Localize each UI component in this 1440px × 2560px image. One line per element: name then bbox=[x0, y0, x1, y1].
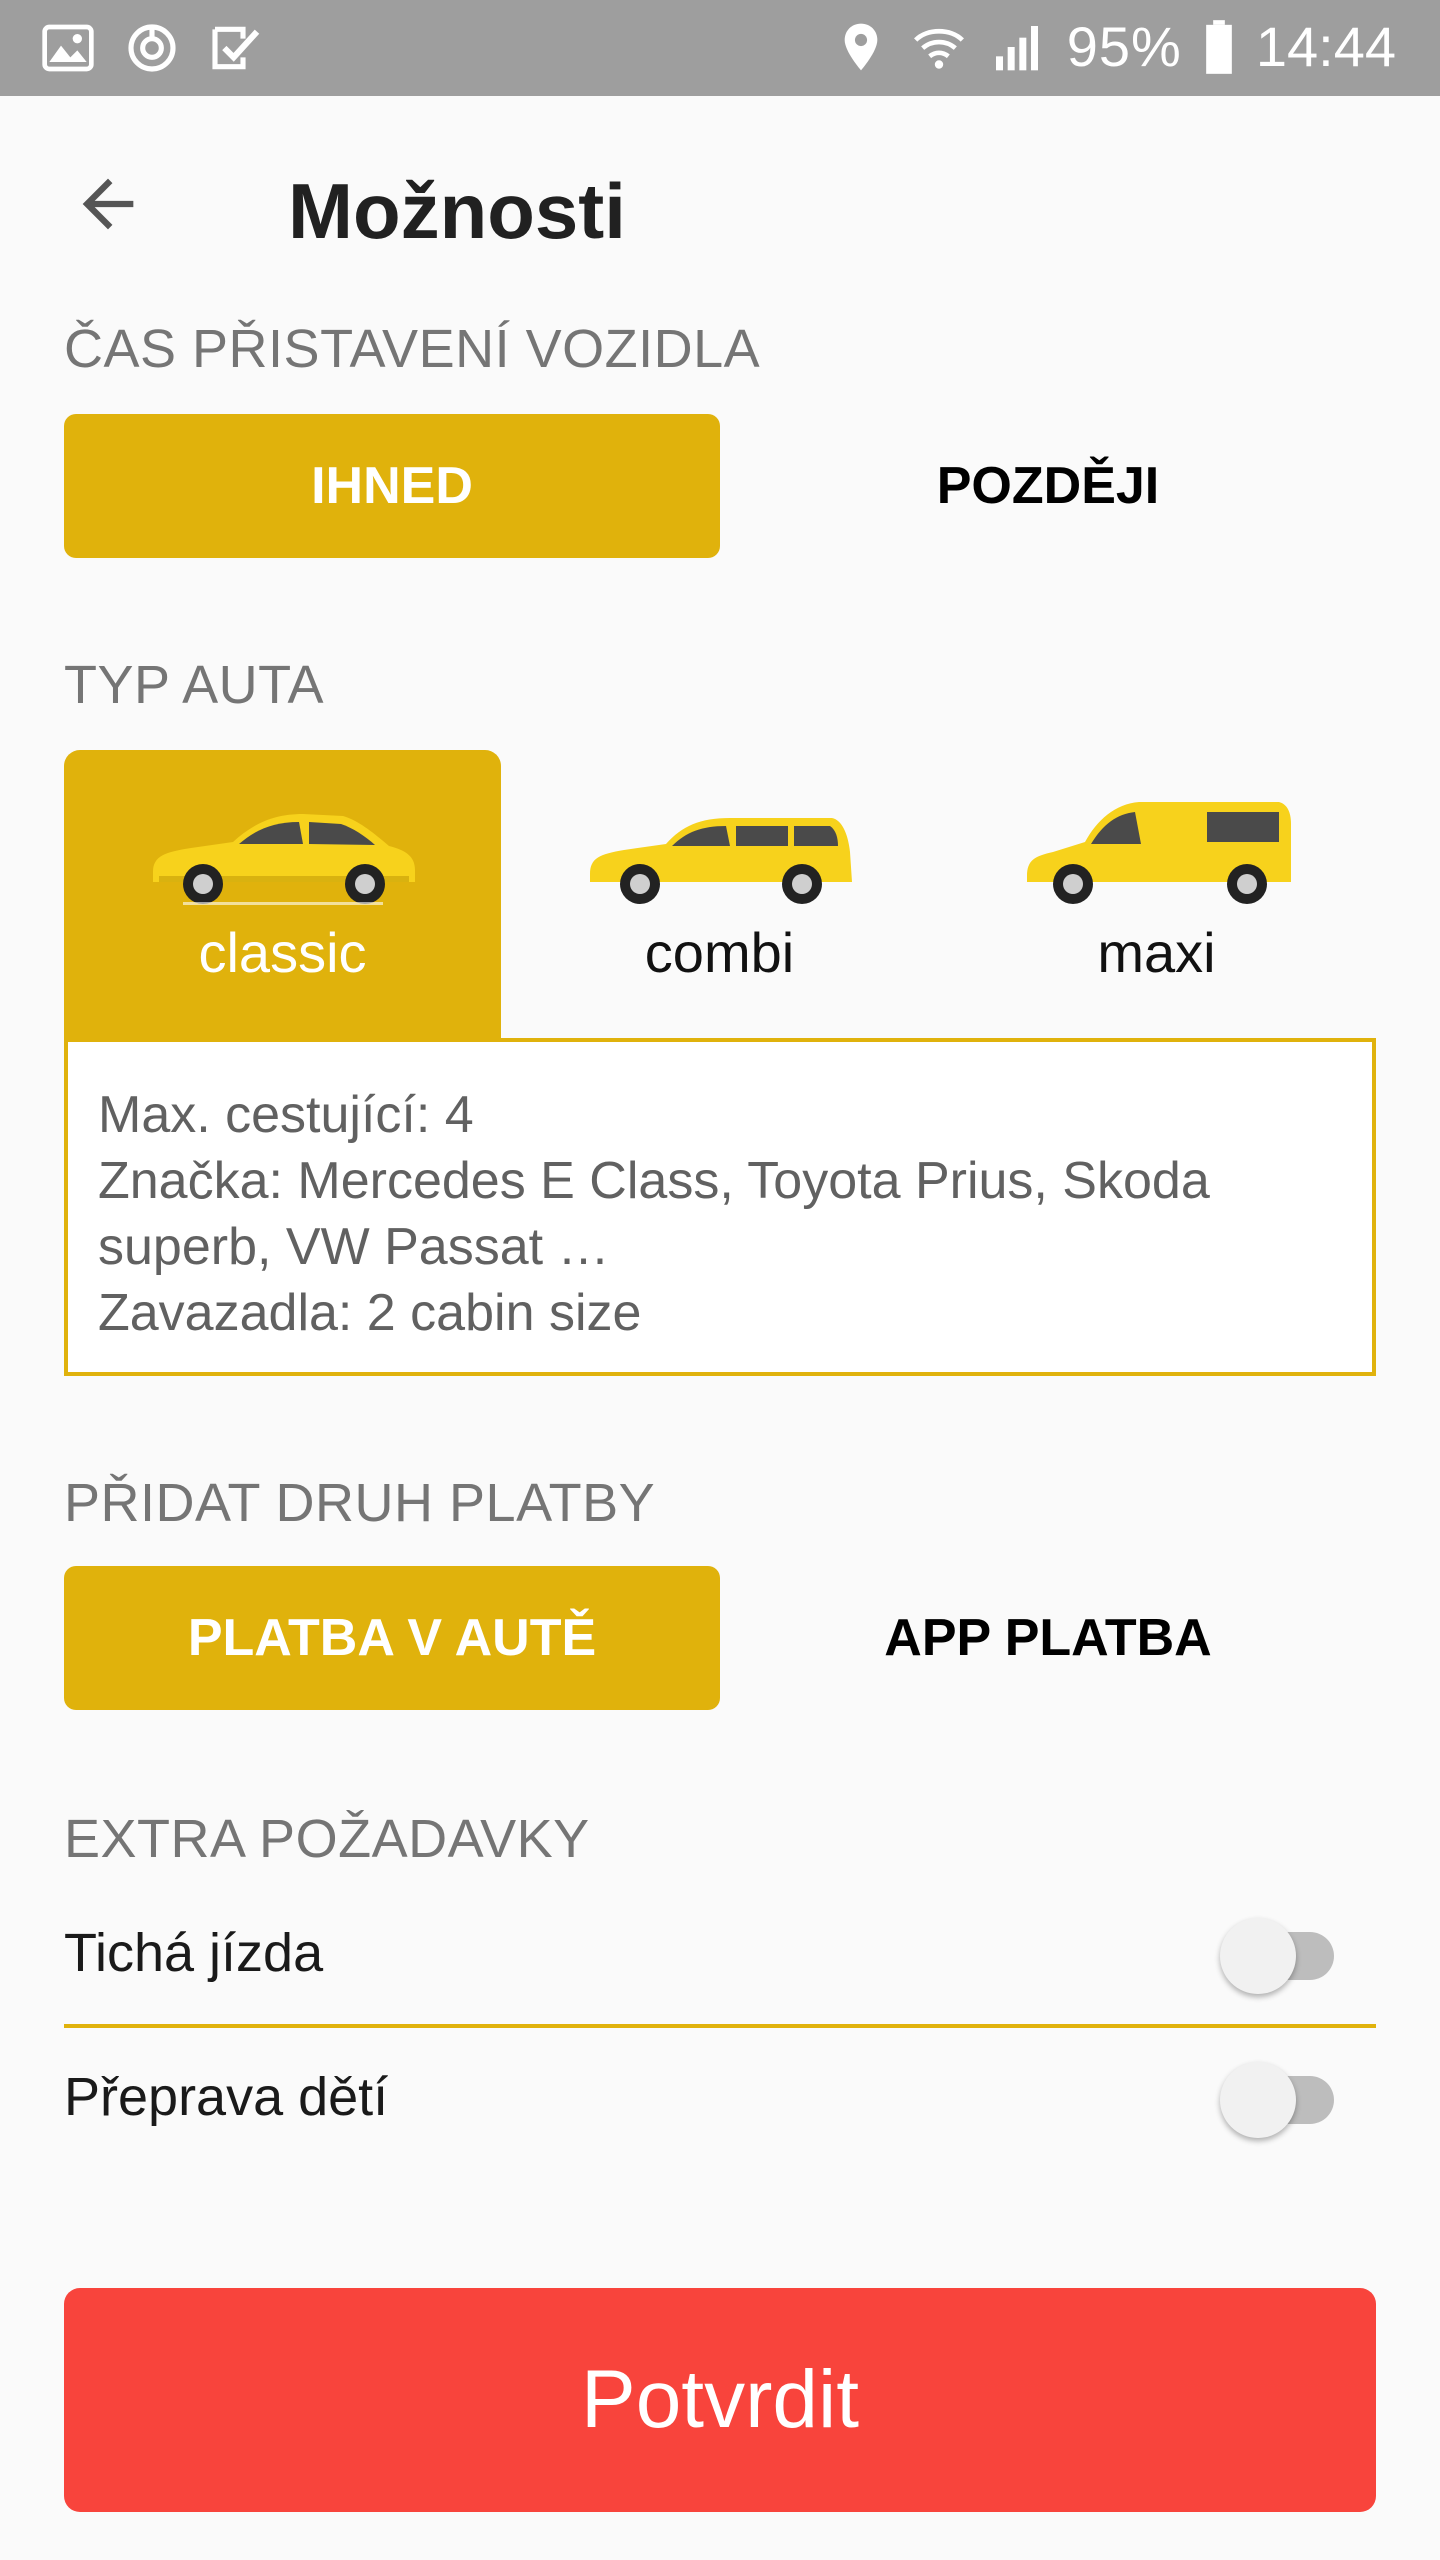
description-line: Max. cestující: 4 bbox=[98, 1086, 474, 1144]
section-label-payment: PŘIDAT DRUH PLATBY bbox=[64, 1473, 656, 1533]
back-button[interactable] bbox=[52, 156, 164, 252]
image-icon bbox=[42, 24, 94, 72]
payment-selector: PLATBA V AUTĚ APP PLATBA bbox=[64, 1566, 1376, 1710]
arrow-back-icon bbox=[82, 178, 134, 230]
pickup-now-button[interactable]: IHNED bbox=[64, 414, 720, 558]
toggle-label-child-transport: Přeprava dětí bbox=[64, 2067, 389, 2127]
car-description-box: Max. cestující: 4 Značka: Mercedes E Cla… bbox=[64, 1038, 1376, 1376]
car-tab-classic[interactable]: classic bbox=[64, 750, 501, 1040]
status-bar: 95% 14:44 bbox=[0, 0, 1440, 96]
pickup-later-button[interactable]: POZDĚJI bbox=[720, 414, 1376, 558]
section-label-pickup-time: ČAS PŘISTAVENÍ VOZIDLA bbox=[64, 319, 761, 379]
quiet-ride-switch[interactable] bbox=[1220, 1918, 1336, 1994]
car-type-tabs: classic combi maxi bbox=[64, 750, 1376, 1040]
payment-in-car-button[interactable]: PLATBA V AUTĚ bbox=[64, 1566, 720, 1710]
location-icon bbox=[844, 23, 878, 70]
section-label-car-type: TYP AUTA bbox=[64, 655, 325, 715]
car-label-maxi: maxi bbox=[1097, 921, 1216, 984]
divider bbox=[64, 2024, 1376, 2028]
signal-icon bbox=[995, 25, 1038, 70]
battery-icon bbox=[1206, 19, 1232, 74]
app-bar: Možnosti bbox=[0, 96, 1440, 320]
check-box-icon bbox=[212, 26, 260, 70]
switch-thumb bbox=[1220, 1918, 1296, 1994]
description-line: superb, VW Passat … bbox=[98, 1218, 610, 1276]
wagon-car-icon bbox=[589, 818, 852, 904]
battery-percent: 95% bbox=[1066, 15, 1182, 78]
sedan-car-icon bbox=[152, 814, 415, 905]
sync-icon bbox=[128, 24, 176, 72]
extra-row-quiet-ride: Tichá jízda bbox=[64, 1886, 1376, 2026]
description-line: Zavazadla: 2 cabin size bbox=[98, 1284, 642, 1342]
clock: 14:44 bbox=[1255, 15, 1396, 78]
extra-row-child-transport: Přeprava dětí bbox=[64, 2030, 1376, 2170]
car-label-classic: classic bbox=[198, 921, 367, 984]
section-label-extras: EXTRA POŽADAVKY bbox=[64, 1809, 590, 1869]
pickup-time-selector: IHNED POZDĚJI bbox=[64, 414, 1376, 558]
wifi-icon bbox=[913, 28, 964, 69]
car-tab-maxi[interactable]: maxi bbox=[938, 750, 1375, 1040]
van-car-icon bbox=[1026, 802, 1291, 904]
child-transport-switch[interactable] bbox=[1220, 2062, 1336, 2138]
toggle-label-quiet-ride: Tichá jízda bbox=[64, 1923, 324, 1983]
payment-app-button[interactable]: APP PLATBA bbox=[720, 1566, 1376, 1710]
car-label-combi: combi bbox=[644, 921, 795, 984]
page-title: Možnosti bbox=[288, 167, 626, 255]
confirm-button[interactable]: Potvrdit bbox=[64, 2288, 1376, 2512]
description-line: Značka: Mercedes E Class, Toyota Prius, … bbox=[98, 1152, 1210, 1210]
switch-thumb bbox=[1220, 2062, 1296, 2138]
car-tab-combi[interactable]: combi bbox=[501, 750, 938, 1040]
